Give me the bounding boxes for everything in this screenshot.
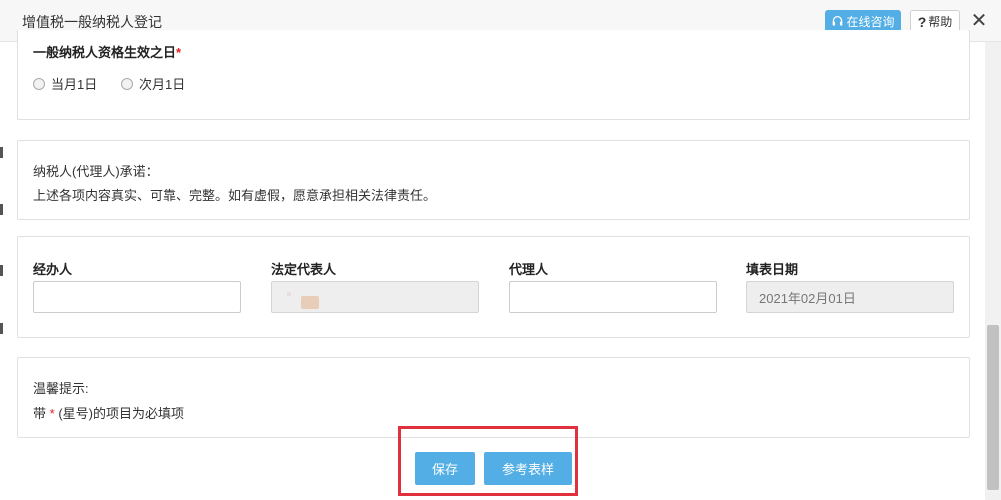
fill-date-input [746,281,954,313]
handler-label: 经办人 [33,262,73,277]
radio-next-month-label: 次月1日 [139,77,186,92]
registration-dialog: 增值税一般纳税人登记 在线咨询 ? 帮助 ✕ 一般纳税人资格生效之日* 当月1日… [0,0,1001,500]
radio-circle[interactable] [33,77,45,90]
online-consult-label: 在线咨询 [846,15,895,29]
tips-text: 带 * (星号)的项目为必填项 [33,403,184,422]
close-icon[interactable]: ✕ [968,10,990,32]
radio-current-month-label: 当月1日 [51,77,98,92]
promise-panel [17,140,970,220]
promise-title: 纳税人(代理人)承诺： [33,164,159,179]
left-edge-mark [0,204,3,215]
redacted-text [287,292,291,296]
help-label: 帮助 [928,15,953,29]
promise-text: 上述各项内容真实、可靠、完整。如有虚假，愿意承担相关法律责任。 [33,188,437,203]
agent-label: 代理人 [509,262,549,277]
scrollbar-thumb[interactable] [987,325,999,490]
required-mark: * [176,45,182,60]
legal-rep-label: 法定代表人 [271,262,337,277]
fill-date-label: 填表日期 [746,262,799,277]
headset-icon [833,15,843,26]
left-edge-mark [0,265,3,276]
radio-current-month[interactable]: 当月1日 [33,74,97,93]
radio-circle[interactable] [121,77,133,90]
radio-next-month[interactable]: 次月1日 [121,74,185,93]
effective-date-label: 一般纳税人资格生效之日* [33,42,181,61]
tips-prefix: 带 [33,406,47,421]
effective-date-label-text: 一般纳税人资格生效之日 [33,45,177,60]
required-mark: * [49,406,55,421]
reference-sample-button[interactable]: 参考表样 [484,452,572,485]
handler-input[interactable] [33,281,241,313]
tips-title: 温馨提示: [33,381,89,396]
question-mark-icon: ? [917,13,927,30]
tips-suffix: (星号)的项目为必填项 [58,406,184,421]
dialog-title: 增值税一般纳税人登记 [22,14,162,30]
redacted-text [301,296,319,309]
left-edge-mark [0,323,3,334]
save-button[interactable]: 保存 [415,452,475,485]
left-edge-mark [0,147,3,158]
agent-input[interactable] [509,281,717,313]
